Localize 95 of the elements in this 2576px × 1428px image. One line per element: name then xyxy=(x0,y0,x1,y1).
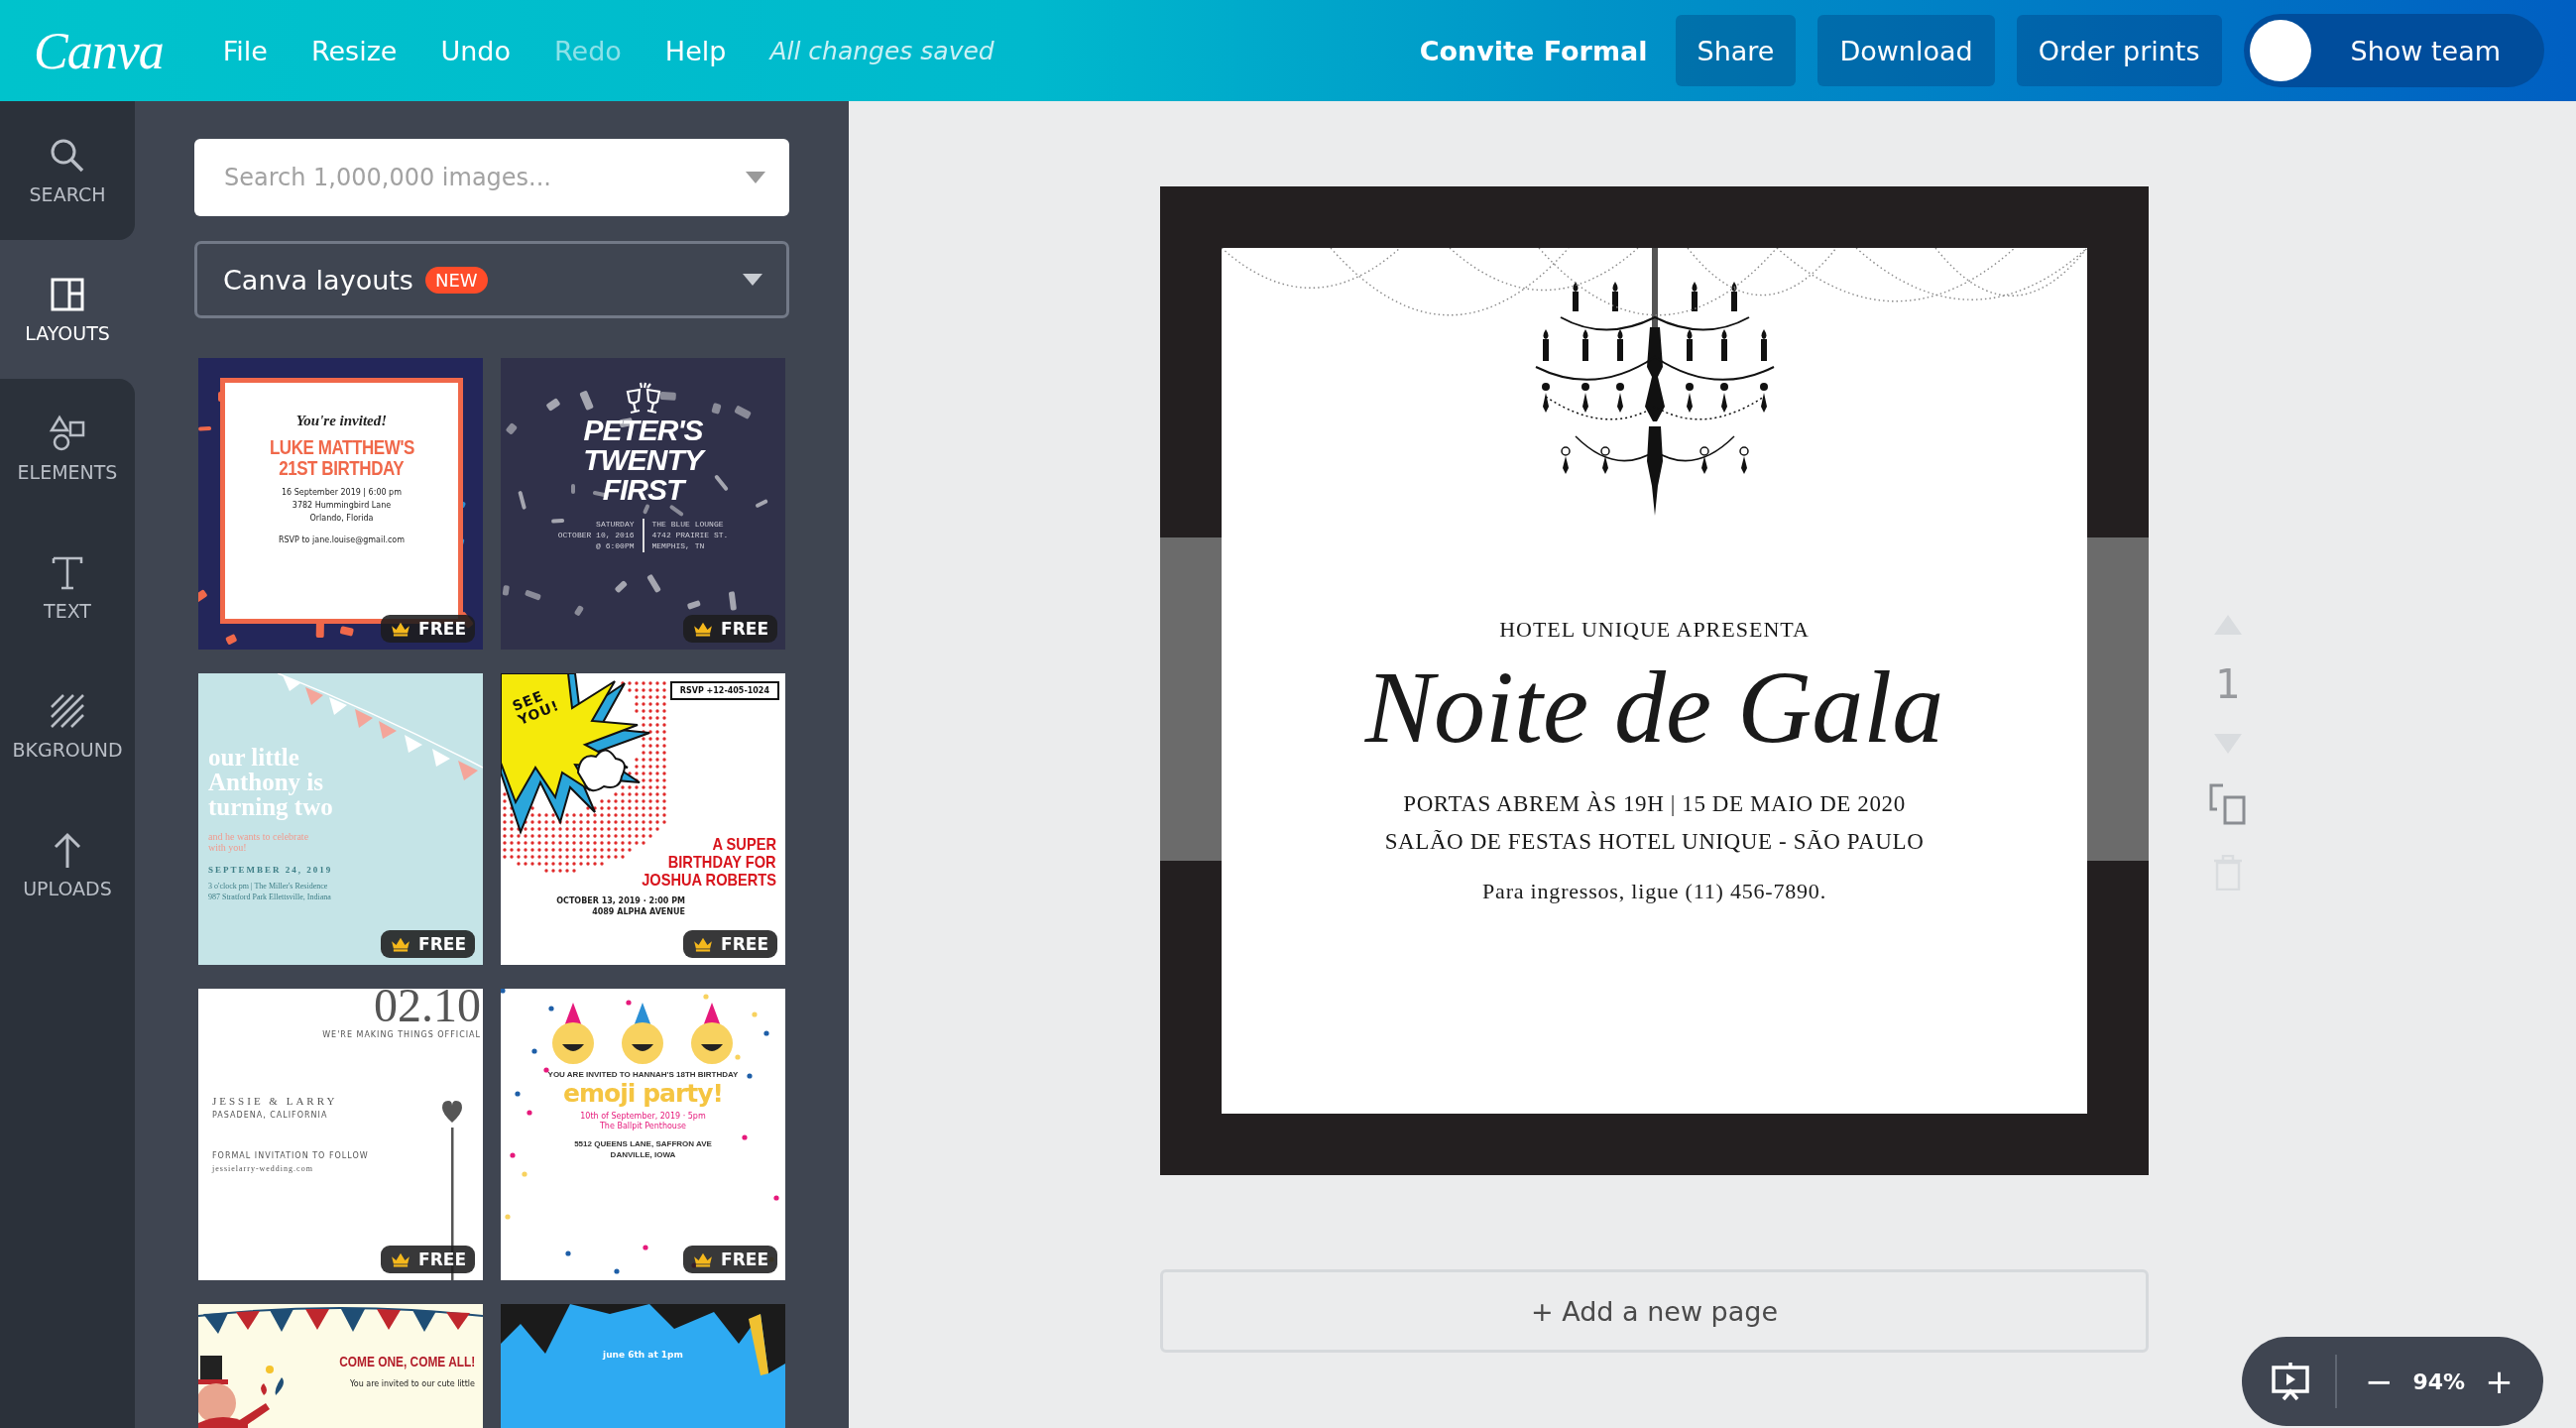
invitation-text: @ 6:00PM xyxy=(595,540,635,552)
rsvp-label: RSVP +12-405-1024 xyxy=(669,681,779,700)
badge-label: FREE xyxy=(418,619,466,639)
template-thumbnail[interactable]: SEE YOU! RSVP +12-405-1024 A SUPER BIRTHDAY FOR JOSHUA ROBERTS OCTOBER 13, 2019 · 2:00 PM 4089 ALPHA AVENUE FREE xyxy=(501,673,785,965)
invitation-text: 987 Stratford Park Ellettsville, Indiana xyxy=(208,892,331,903)
badge-label: FREE xyxy=(418,934,466,954)
invitation-heading: COME ONE, COME ALL! xyxy=(338,1354,475,1369)
duplicate-icon[interactable] xyxy=(2209,783,2247,825)
presenter-text: HOTEL UNIQUE APRESENTA xyxy=(1499,617,1810,643)
invitation-heading: 02.10 xyxy=(374,989,481,1025)
invitation-heading: our little xyxy=(208,745,299,770)
shapes-icon xyxy=(48,414,87,453)
template-thumbnail[interactable]: our little Anthony is turning two and he wants to celebrate with you! SEPTEMBER 24, 2019 3 o'clock pm | The Miller's Residence 987 Stratford Park Ellettsville, Indiana FREE xyxy=(198,673,483,965)
layout-source-dropdown[interactable]: Canva layouts NEW xyxy=(194,241,789,318)
invitation-heading: 21ST BIRTHDAY xyxy=(279,458,405,479)
invitation-text: WE'RE MAKING THINGS OFFICIAL xyxy=(321,1030,481,1040)
invitation-design[interactable]: HOTEL UNIQUE APRESENTA Noite de Gala PORTAS ABREM ÀS 19H | 15 DE MAIO DE 2020 SALÃO DE FESTAS HOTEL UNIQUE - SÃO PAULO Para ingressos, ligue (11) 456-7890. xyxy=(1160,186,2149,1175)
crown-icon xyxy=(390,621,412,637)
badge-label: FREE xyxy=(721,619,768,639)
badge-label: FREE xyxy=(721,1250,768,1269)
invitation-text: THE BLUE LOUNGE xyxy=(651,519,725,531)
crown-icon xyxy=(692,936,715,952)
zoom-level: 94% xyxy=(2412,1368,2466,1394)
invitation-text: OCTOBER 13, 2019 · 2:00 PM xyxy=(556,894,685,906)
invitation-text: 4742 PRAIRIE ST. xyxy=(651,530,729,541)
invitation-text: PASADENA, CALIFORNIA xyxy=(212,1111,329,1121)
crown-icon xyxy=(390,1251,412,1267)
save-status: All changes saved xyxy=(769,36,995,65)
invitation-text: Orlando, Florida xyxy=(309,512,374,525)
sidebar-tab[interactable]: ELEMENTS xyxy=(0,379,135,518)
invitation-heading: Anthony is xyxy=(208,770,323,794)
badge-label: FREE xyxy=(721,934,768,954)
invitation-heading: PETER'S xyxy=(583,416,703,445)
badge-label: FREE xyxy=(418,1250,466,1269)
invitation-text: The Ballpit Penthouse xyxy=(600,1122,686,1132)
show-team-button[interactable]: Show team xyxy=(2243,14,2544,87)
template-thumbnail[interactable]: You're invited! LUKE MATTHEW'S 21ST BIRTHDAY 16 September 2019 | 6:00 pm 3782 Hummingbird Lane Orlando, Florida RSVP to jane.louise@gmail.com FREE xyxy=(198,358,483,650)
invitation-heading: FIRST xyxy=(602,475,684,505)
invitation-text: MEMPHIS, TN xyxy=(651,540,706,552)
invitation-heading: BIRTHDAY FOR xyxy=(668,853,776,872)
add-page-button[interactable]: + Add a new page xyxy=(1160,1269,2149,1353)
zoom-in-button[interactable]: + xyxy=(2477,1362,2521,1401)
caret-icon xyxy=(743,274,762,286)
invitation-text: SEPTEMBER 24, 2019 xyxy=(208,865,333,875)
invitation-text: june 6th at 1pm xyxy=(603,1350,683,1360)
template-thumbnail[interactable]: COME ONE, COME ALL! You are invited to our cute little xyxy=(198,1304,483,1428)
present-button[interactable] xyxy=(2272,1362,2309,1401)
crown-icon xyxy=(692,621,715,637)
invitation-text: 10th of September, 2019 · 5pm xyxy=(580,1112,706,1122)
invitation-text: and he wants to celebrate xyxy=(208,831,309,842)
download-button[interactable]: Download xyxy=(1817,15,1995,86)
canva-logo: Canva xyxy=(34,21,164,80)
invitation-text: with you! xyxy=(208,842,247,853)
invitation-heading: LUKE MATTHEW'S xyxy=(269,437,414,458)
template-thumbnail[interactable]: YOU ARE INVITED TO HANNAH'S 18TH BIRTHDAY emoji party! 10th of September, 2019 · 5pm The Ballpit Penthouse 5512 QUEENS LANE, SAFFRON AVE DANVILLE, IOWA FREE xyxy=(501,989,785,1280)
sidebar-tab[interactable]: BKGROUND xyxy=(0,656,135,795)
invitation-text: You're invited! xyxy=(295,413,388,429)
invitation-text: OCTOBER 10, 2016 xyxy=(557,530,635,541)
sidebar-tab[interactable]: SEARCH xyxy=(0,101,135,240)
invitation-heading: JESSIE & LARRY xyxy=(212,1095,339,1108)
invitation-heading: emoji party! xyxy=(563,1079,723,1108)
sidebar-tab[interactable]: UPLOADS xyxy=(0,795,135,934)
invitation-text: DANVILLE, IOWA xyxy=(610,1148,676,1161)
invitation-text: FORMAL INVITATION TO FOLLOW xyxy=(212,1151,370,1161)
invitation-text: 4089 ALPHA AVENUE xyxy=(592,905,685,917)
invitation-text: RSVP to jane.louise@gmail.com xyxy=(278,535,406,547)
ticket-info: Para ingressos, ligue (11) 456-7890. xyxy=(1482,879,1826,905)
invitation-text: 16 September 2019 | 6:00 pm xyxy=(282,487,402,499)
invitation-text: jessielarry-wedding.com xyxy=(212,1164,314,1174)
invitation-heading: JOSHUA ROBERTS xyxy=(642,871,776,890)
invitation-heading: turning two xyxy=(208,794,333,819)
new-badge: NEW xyxy=(424,266,488,294)
crown-icon xyxy=(692,1251,715,1267)
sidebar-tab[interactable]: TEXT xyxy=(0,518,135,656)
invitation-text: SATURDAY xyxy=(595,519,635,531)
invitation-heading: A SUPER xyxy=(712,836,776,854)
event-details: PORTAS ABREM ÀS 19H | 15 DE MAIO DE 2020 xyxy=(1403,790,1906,819)
design-title: Convite Formal xyxy=(1419,35,1648,66)
invitation-text: YOU ARE INVITED TO HANNAH'S 18TH BIRTHDAY xyxy=(547,1070,739,1079)
event-details: SALÃO DE FESTAS HOTEL UNIQUE - SÃO PAULO xyxy=(1384,828,1925,857)
page-number: 1 xyxy=(2215,664,2241,704)
template-thumbnail[interactable]: PETER'S TWENTY FIRST SATURDAY OCTOBER 10, 2016 @ 6:00PM THE BLUE LOUNGE 4742 PRAIRIE ST. MEMPHIS, TN FREE xyxy=(501,358,785,650)
zoom-out-button[interactable]: − xyxy=(2357,1362,2401,1401)
invitation-text: 5512 QUEENS LANE, SAFFRON AVE xyxy=(574,1137,712,1149)
invitation-text: 3782 Hummingbird Lane xyxy=(292,499,392,512)
share-button[interactable]: Share xyxy=(1675,15,1797,86)
search-field[interactable]: Search 1,000,000 images... xyxy=(194,139,789,216)
order-prints-button[interactable]: Order prints xyxy=(2016,15,2222,86)
invitation-text: 3 o'clock pm | The Miller's Residence xyxy=(208,881,328,892)
event-title: Noite de Gala xyxy=(1364,651,1944,765)
invitation-text: You are invited to our cute little xyxy=(349,1379,475,1388)
template-thumbnail[interactable]: 02.10 WE'RE MAKING THINGS OFFICIAL JESSIE & LARRY PASADENA, CALIFORNIA FORMAL INVITATION TO FOLLOW jessielarry-wedding.com FREE xyxy=(198,989,483,1280)
avatar-icon xyxy=(2249,20,2311,81)
crown-icon xyxy=(390,936,412,952)
caret-icon xyxy=(746,172,765,183)
